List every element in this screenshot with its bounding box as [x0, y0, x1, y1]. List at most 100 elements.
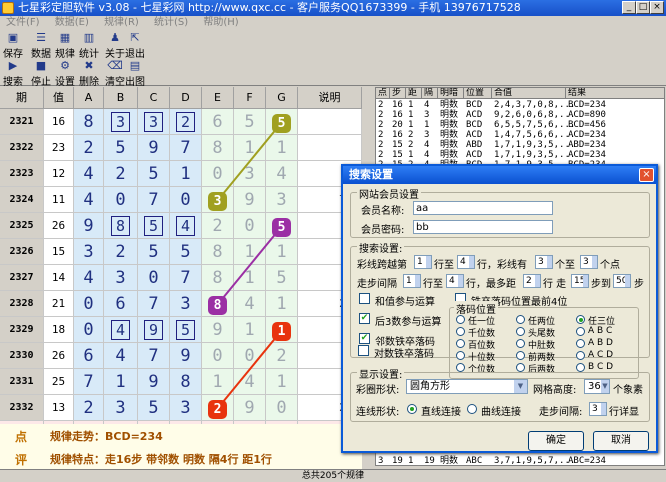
list-cell[interactable]: 1,7,1,9,3,5,...: [494, 140, 575, 150]
curve-line-radio[interactable]: [467, 404, 477, 414]
搜索-toolbar-button[interactable]: ▶ 搜索: [2, 59, 24, 88]
list-cell[interactable]: 1,4,7,5,6,6,...: [494, 130, 575, 140]
保存-toolbar-button[interactable]: ▣ 保存: [2, 31, 24, 60]
list-cell[interactable]: 明数: [440, 110, 458, 120]
list-cell[interactable]: 9,2,6,0,6,8,...: [494, 110, 575, 120]
list-cell[interactable]: 1: [408, 100, 413, 110]
gap-to-spinner[interactable]: 4: [446, 274, 464, 288]
list-cell[interactable]: 1: [408, 150, 413, 160]
position-radio[interactable]: [456, 327, 465, 336]
list-cell[interactable]: ACD: [466, 130, 482, 140]
list-cell[interactable]: 2: [378, 140, 383, 150]
position-radio[interactable]: [576, 363, 585, 372]
list-cell[interactable]: 明数: [440, 130, 458, 140]
gap-from-spinner[interactable]: 1: [403, 274, 421, 288]
list-cell[interactable]: ACD=234: [568, 150, 606, 160]
list-cell[interactable]: 4: [424, 150, 429, 160]
list-cell[interactable]: ACD: [466, 110, 482, 120]
统计-toolbar-button[interactable]: ▥ 统计: [78, 31, 100, 60]
position-radio[interactable]: [516, 327, 525, 336]
list-cell[interactable]: ACD: [466, 150, 482, 160]
ok-button[interactable]: 确定: [528, 431, 584, 451]
list-cell[interactable]: 20: [392, 120, 403, 130]
straight-line-radio[interactable]: [407, 404, 417, 414]
list-cell[interactable]: BCD: [466, 120, 482, 130]
username-input[interactable]: [413, 201, 553, 215]
list-cell[interactable]: 16: [392, 100, 403, 110]
position-radio[interactable]: [576, 327, 585, 336]
menu-stats[interactable]: 统计(S): [154, 17, 188, 28]
menu-help[interactable]: 帮助(H): [203, 17, 238, 28]
position-radio[interactable]: [516, 351, 525, 360]
position-radio[interactable]: [576, 339, 585, 348]
password-input[interactable]: [413, 220, 553, 234]
list-cell[interactable]: 3,7,1,9,5,7,...: [494, 456, 575, 465]
list-cell[interactable]: ABC: [466, 456, 482, 465]
list-cell[interactable]: 2: [408, 130, 413, 140]
walk-from-spinner[interactable]: 15: [571, 274, 589, 288]
menu-file[interactable]: 文件(F): [6, 17, 40, 28]
list-cell[interactable]: 2: [408, 140, 413, 150]
list-cell[interactable]: BCD=456: [568, 120, 606, 130]
list-cell[interactable]: 明数: [440, 150, 458, 160]
menu-rule[interactable]: 规律(R): [104, 17, 139, 28]
list-cell[interactable]: 16: [392, 130, 403, 140]
walk-to-spinner[interactable]: 50: [613, 274, 631, 288]
position-radio[interactable]: [456, 363, 465, 372]
删除-toolbar-button[interactable]: ✖ 删除: [78, 59, 100, 88]
menu-data[interactable]: 数据(E): [55, 17, 89, 28]
list-cell[interactable]: 15: [392, 150, 403, 160]
list-cell[interactable]: 1: [424, 120, 429, 130]
list-cell[interactable]: 2: [378, 110, 383, 120]
list-cell[interactable]: 明数: [440, 140, 458, 150]
list-cell[interactable]: 1: [408, 456, 413, 465]
cancel-button[interactable]: 取消: [593, 431, 649, 451]
list-cell[interactable]: ABC=234: [568, 456, 606, 465]
shape-select[interactable]: 圆角方形 ▼: [406, 379, 528, 394]
list-cell[interactable]: 2: [378, 130, 383, 140]
step-spinner[interactable]: 3: [589, 402, 607, 416]
出图-toolbar-button[interactable]: ▤ 出图: [124, 59, 146, 88]
position-radio[interactable]: [456, 351, 465, 360]
list-cell[interactable]: 4: [424, 140, 429, 150]
close-button[interactable]: ×: [650, 1, 664, 14]
退出-toolbar-button[interactable]: ⇱ 退出: [124, 31, 146, 60]
max-dist-spinner[interactable]: 2: [523, 274, 541, 288]
规律-toolbar-button[interactable]: ▦ 规律: [54, 31, 76, 60]
list-cell[interactable]: ABD: [466, 140, 482, 150]
list-cell[interactable]: 2: [378, 100, 383, 110]
list-cell[interactable]: 15: [392, 140, 403, 150]
list-cell[interactable]: 6,5,5,7,5,6,...: [494, 120, 575, 130]
points-to-spinner[interactable]: 3: [580, 255, 598, 269]
minimize-button[interactable]: _: [622, 1, 636, 14]
list-cell[interactable]: 19: [424, 456, 435, 465]
list-cell[interactable]: 3: [424, 130, 429, 140]
list-cell[interactable]: BCD: [466, 100, 482, 110]
list-cell[interactable]: 19: [392, 456, 403, 465]
list-cell[interactable]: 2: [378, 150, 383, 160]
position-radio[interactable]: [516, 363, 525, 372]
list-cell[interactable]: 明数: [440, 456, 458, 465]
list-cell[interactable]: 明数: [440, 100, 458, 110]
dialog-close-icon[interactable]: ×: [639, 168, 654, 182]
position-radio[interactable]: [576, 315, 585, 324]
list-cell[interactable]: ACD=890: [568, 110, 606, 120]
position-radio[interactable]: [516, 315, 525, 324]
list-cell[interactable]: ABD=234: [568, 140, 606, 150]
清空-toolbar-button[interactable]: ⌫ 清空: [104, 59, 126, 88]
grid-height-select[interactable]: 36 ▼: [584, 379, 610, 394]
list-cell[interactable]: 2: [378, 120, 383, 130]
position-radio[interactable]: [456, 339, 465, 348]
list-cell[interactable]: 4: [424, 100, 429, 110]
设置-toolbar-button[interactable]: ⚙ 设置: [54, 59, 76, 88]
position-radio[interactable]: [516, 339, 525, 348]
list-cell[interactable]: 2,4,3,7,0,8,...: [494, 100, 575, 110]
list-cell[interactable]: BCD=234: [568, 100, 606, 110]
关于-toolbar-button[interactable]: ♟ 关于: [104, 31, 126, 60]
span-from-spinner[interactable]: 1: [414, 255, 432, 269]
list-cell[interactable]: 1: [408, 120, 413, 130]
list-cell[interactable]: 16: [392, 110, 403, 120]
停止-toolbar-button[interactable]: ■ 停止: [30, 59, 52, 88]
list-cell[interactable]: 1,7,1,9,3,5,...: [494, 150, 575, 160]
list-cell[interactable]: 3: [424, 110, 429, 120]
